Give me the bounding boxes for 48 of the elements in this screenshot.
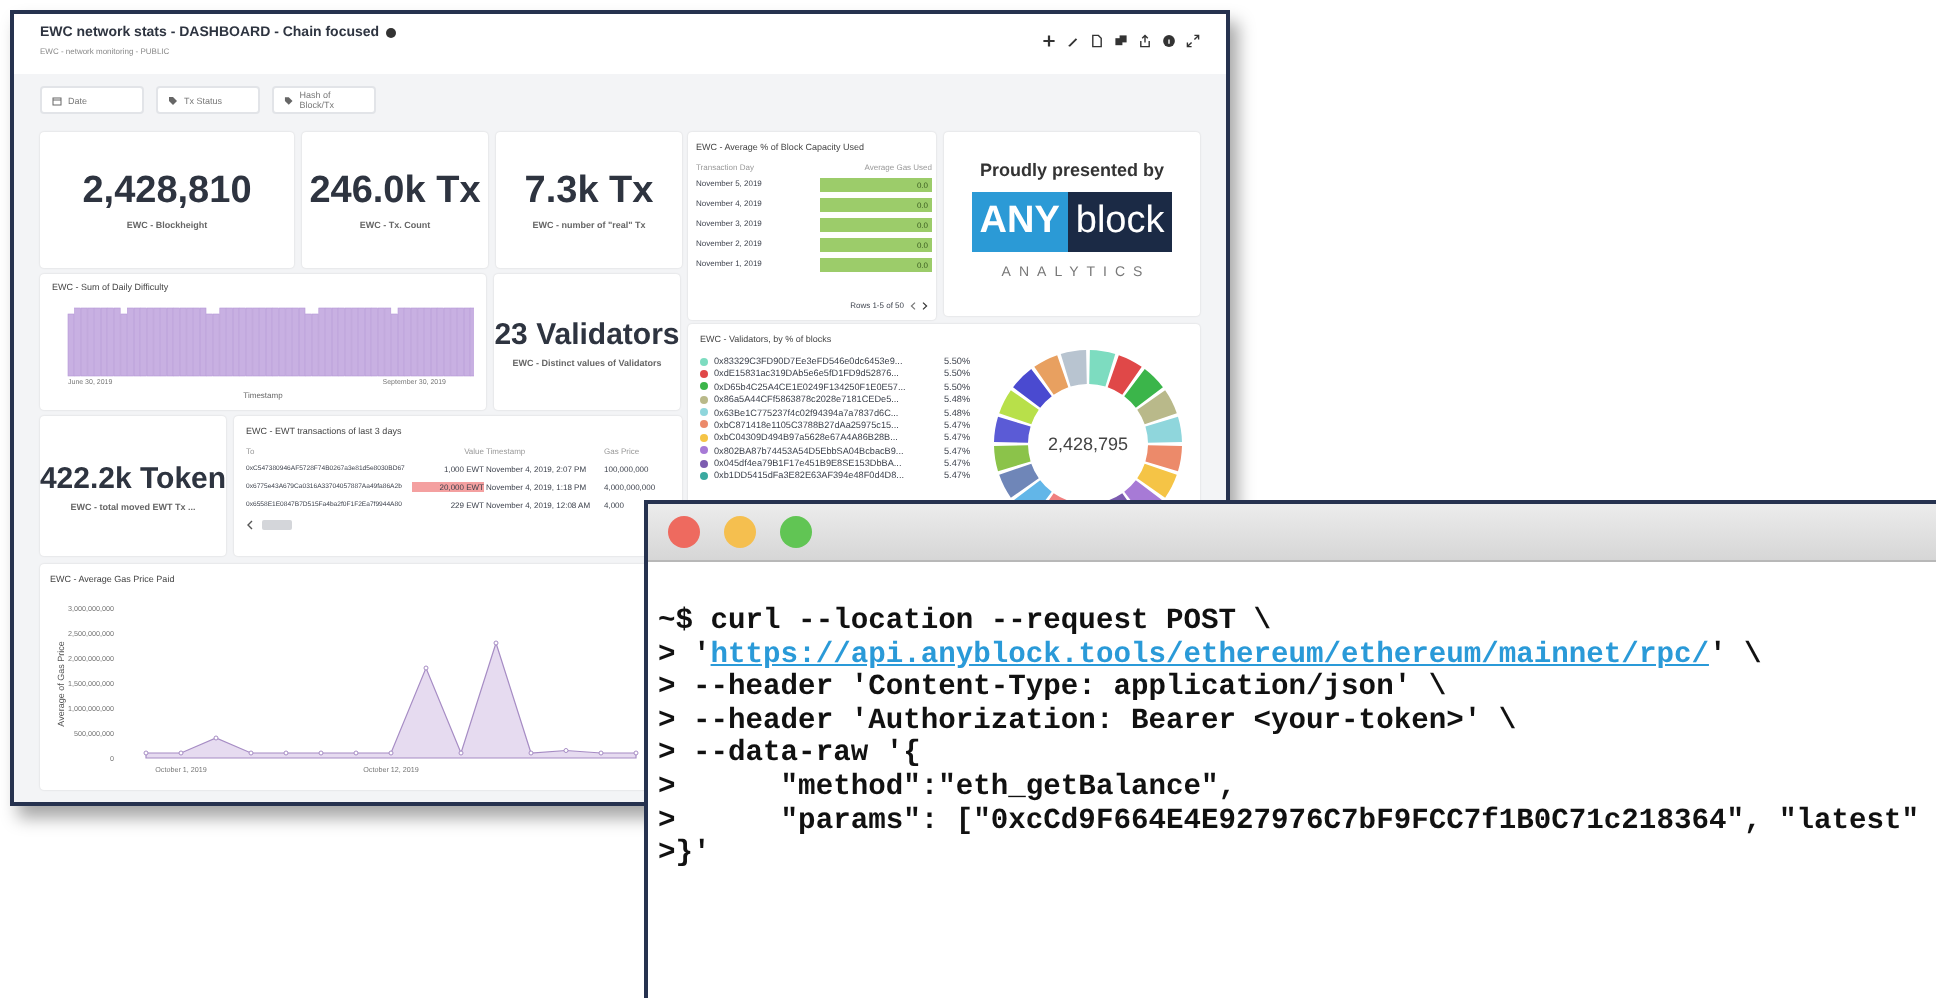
data-point [283,750,289,756]
data-point [353,750,359,756]
expand-icon[interactable] [1186,34,1200,48]
pencil-icon[interactable] [1066,34,1080,48]
data-point [388,750,394,756]
data-point [318,750,324,756]
tag-icon [284,95,294,105]
chevron-right-icon[interactable] [922,301,928,309]
data-point [598,750,604,756]
calendar-icon [52,95,62,105]
stat-value: 23 Validators [494,317,680,351]
command-line: >}' [658,838,711,872]
stat-value: 7.3k Tx [524,170,654,214]
plus-icon[interactable] [1042,34,1056,48]
command-line: > "params": ["0xcCd9F664E4E927976C7bF9FCC7f1B0C71c218364", "latest" [658,805,1920,838]
data-point [633,750,639,756]
scrollbar-thumb[interactable] [262,520,292,530]
info-icon[interactable] [385,28,396,38]
data-point [178,750,184,756]
share-icon[interactable] [1138,34,1152,48]
data-point [528,750,534,756]
command-line: > "method":"eth_getBalance", [658,771,1237,806]
logo-mark: block [1067,192,1173,252]
command-line: > --header 'Authorization: Bearer <your-token>' \ [658,705,1517,738]
command-line: > 'https://api.anyblock.tools/ethereum/ethereum/mainnet/rpc/' \ [658,639,1762,672]
url-link[interactable]: https://api.anyblock.tools/ethereum/ethereum/mainnet/rpc/ [710,639,1709,672]
command-line: > --data-raw '{ [658,738,921,772]
stat-value: 422.2k Token [39,461,227,495]
promo-caption: Proudly presented by [979,160,1165,180]
info-icon[interactable] [1162,34,1176,48]
data-point [563,748,569,753]
command-line: ~$ curl --location --request POST \ [658,606,1272,640]
stat-value: 2,428,810 [82,170,252,214]
stat-value: 246.0k Tx [309,170,481,214]
data-point [248,750,254,756]
data-point [493,640,499,646]
logo-mark: ANY [971,192,1068,252]
command-line: > --header 'Content-Type: application/json' \ [658,672,1447,706]
data-point [143,750,149,756]
chevron-left-icon[interactable] [246,520,254,530]
data-point [423,665,429,671]
tag-icon [168,95,178,105]
data-point [458,750,464,756]
donut-total: 2,428,795 [1047,434,1129,454]
data-point [213,735,219,741]
document-icon[interactable] [1090,34,1104,48]
copy-icon[interactable] [1114,34,1128,48]
chevron-left-icon[interactable] [910,301,916,309]
